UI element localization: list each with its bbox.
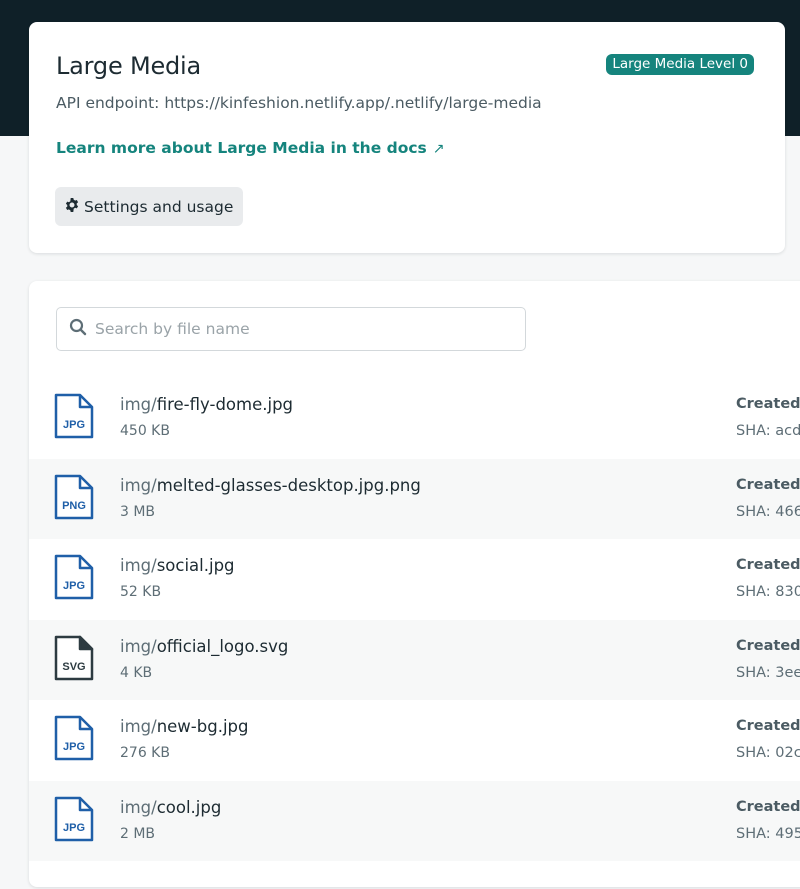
file-type-label: PNG	[62, 500, 86, 512]
file-name[interactable]: img/cool.jpg	[120, 798, 221, 817]
file-dir: img/	[120, 636, 157, 656]
external-link-icon: ↗	[432, 141, 445, 157]
file-type-label: JPG	[63, 822, 85, 834]
plan-level-badge: Large Media Level 0	[606, 54, 754, 75]
file-basename: official_logo.svg	[156, 636, 289, 656]
file-dir: img/	[120, 475, 157, 495]
created-label: Created o	[736, 798, 800, 815]
file-list: JPG img/fire-fly-dome.jpg 450 KB Created…	[29, 378, 800, 861]
file-size: 2 MB	[120, 825, 156, 842]
docs-link-label: Learn more about Large Media in the docs	[56, 139, 427, 157]
gear-icon	[64, 197, 80, 217]
file-row[interactable]: SVG img/official_logo.svg 4 KB Created o…	[29, 619, 800, 700]
file-size: 3 MB	[120, 503, 156, 520]
docs-link[interactable]: Learn more about Large Media in the docs…	[56, 139, 445, 157]
large-media-card: Large Media Large Media Level 0 API endp…	[29, 22, 785, 253]
file-row[interactable]: JPG img/social.jpg 52 KB Created o SHA: …	[29, 539, 800, 620]
sha-value: SHA: acdf	[736, 423, 800, 439]
file-size: 52 KB	[120, 584, 162, 600]
file-row[interactable]: JPG img/new-bg.jpg 276 KB Created o SHA:…	[29, 700, 800, 781]
page-title: Large Media	[56, 52, 202, 80]
file-basename: new-bg.jpg	[156, 717, 249, 736]
settings-button-label: Settings and usage	[84, 197, 234, 216]
sha-value: SHA: 495	[736, 825, 800, 842]
settings-and-usage-button[interactable]: Settings and usage	[55, 187, 244, 226]
file-row[interactable]: PNG img/melted-glasses-desktop.jpg.png 3…	[29, 458, 800, 539]
file-dir: img/	[120, 395, 157, 414]
file-dir: img/	[120, 717, 157, 736]
created-label: Created o	[736, 637, 800, 654]
file-basename: cool.jpg	[156, 797, 222, 817]
file-type-label: JPG	[63, 580, 85, 592]
api-endpoint-text: API endpoint: https://kinfeshion.netlify…	[56, 94, 542, 112]
created-label: Created o	[736, 476, 800, 493]
jpg-file-icon: JPG	[54, 393, 94, 439]
file-basename: fire-fly-dome.jpg	[156, 395, 294, 414]
jpg-file-icon: JPG	[54, 554, 94, 600]
sha-value: SHA: 466	[736, 503, 800, 520]
file-basename: social.jpg	[156, 556, 235, 575]
created-label: Created o	[736, 718, 800, 734]
file-dir: img/	[120, 556, 157, 575]
file-basename: melted-glasses-desktop.jpg.png	[156, 475, 421, 495]
svg-file-icon: SVG	[54, 635, 94, 681]
file-size: 4 KB	[120, 664, 153, 681]
sha-value: SHA: 830	[736, 584, 800, 600]
search-icon	[57, 318, 87, 340]
file-row[interactable]: JPG img/fire-fly-dome.jpg 450 KB Created…	[29, 378, 800, 459]
sha-value: SHA: 02c8	[736, 745, 800, 761]
sha-value: SHA: 3eed	[736, 664, 800, 681]
jpg-file-icon: JPG	[54, 715, 94, 761]
file-dir: img/	[120, 797, 157, 817]
jpg-file-icon: JPG	[54, 796, 94, 842]
file-size: 450 KB	[120, 423, 170, 439]
file-name[interactable]: img/melted-glasses-desktop.jpg.png	[120, 476, 421, 495]
created-label: Created o	[736, 557, 800, 573]
file-type-label: JPG	[63, 741, 85, 753]
file-type-label: SVG	[62, 661, 85, 673]
file-row[interactable]: JPG img/cool.jpg 2 MB Created o SHA: 495	[29, 780, 800, 861]
search-input[interactable]	[95, 320, 515, 338]
file-name[interactable]: img/fire-fly-dome.jpg	[120, 395, 293, 414]
file-name[interactable]: img/social.jpg	[120, 556, 235, 575]
png-file-icon: PNG	[54, 474, 94, 520]
file-name[interactable]: img/official_logo.svg	[120, 637, 288, 656]
created-label: Created o	[736, 396, 800, 412]
file-name[interactable]: img/new-bg.jpg	[120, 717, 248, 736]
search-box[interactable]	[56, 307, 526, 351]
file-size: 276 KB	[120, 745, 170, 761]
file-type-label: JPG	[63, 419, 85, 431]
files-card: JPG img/fire-fly-dome.jpg 450 KB Created…	[29, 281, 800, 887]
